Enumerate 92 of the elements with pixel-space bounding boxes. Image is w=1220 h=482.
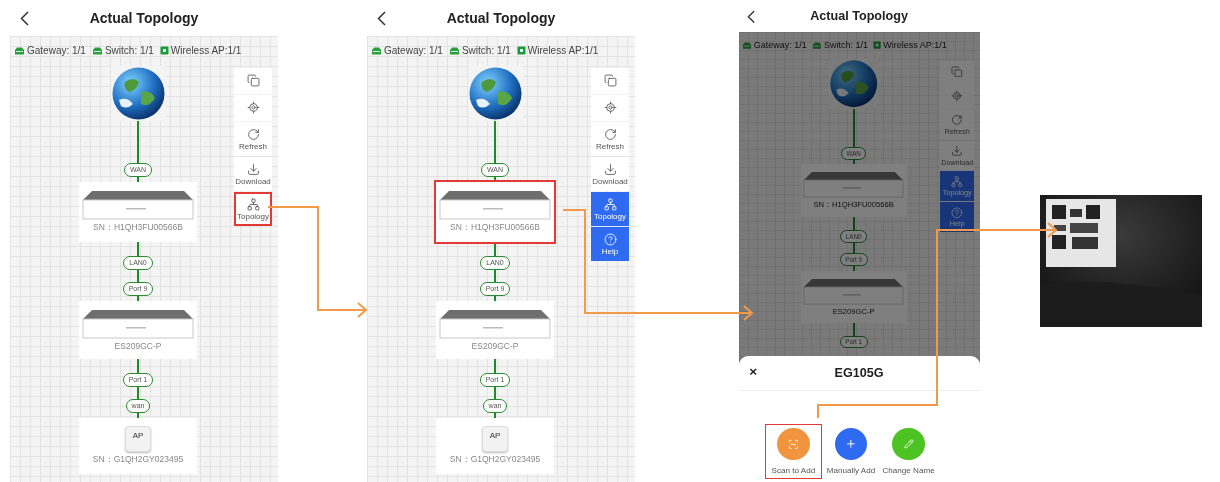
globe-icon: [467, 66, 523, 121]
help-icon: [951, 206, 964, 219]
screen-icon: [246, 74, 260, 87]
globe-icon: [110, 66, 166, 121]
screen-icon: [603, 74, 617, 87]
locate-icon: [246, 101, 260, 114]
device-count: Gateway: 1/1: [753, 40, 807, 51]
refresh-icon: [603, 128, 617, 141]
device-count: Switch: 1/1: [104, 45, 154, 56]
toolbar-button[interactable]: [234, 95, 272, 121]
toolbar-button[interactable]: Help: [591, 227, 629, 261]
download-icon: [246, 163, 260, 176]
plus-icon: [845, 438, 857, 451]
device-icon: [742, 41, 752, 50]
device-count: Wireless AP:1/1: [170, 45, 242, 56]
back-icon: [377, 11, 386, 26]
switch-icon: [439, 309, 551, 339]
screen-title: Actual Topology: [89, 10, 199, 26]
topology-icon: [603, 198, 617, 211]
device-count: Switch: 1/1: [823, 40, 868, 51]
switch-icon: [82, 190, 194, 220]
toolbar-button[interactable]: Download: [940, 140, 975, 171]
action-button[interactable]: Manually Add: [823, 425, 879, 478]
switch-icon: [803, 277, 905, 305]
locate-icon: [603, 101, 617, 114]
device-icon: [812, 41, 823, 50]
toolbar-button[interactable]: [591, 68, 629, 94]
pencil-icon: [903, 439, 914, 450]
device-icon: [448, 46, 460, 55]
toolbar-button[interactable]: Topology: [940, 171, 975, 202]
screen-title: Actual Topology: [446, 10, 556, 26]
toolbar-button[interactable]: [940, 85, 975, 109]
close-button[interactable]: ×: [745, 364, 761, 380]
device-card[interactable]: ES209GC-P: [436, 301, 554, 359]
device-caption: SN：G1QH2GY023495: [449, 454, 541, 466]
switch-icon: [439, 190, 551, 220]
device-caption: ES209GC-P: [471, 341, 519, 351]
switch-icon: [82, 309, 194, 339]
back-button[interactable]: [745, 8, 758, 26]
back-icon: [747, 9, 756, 24]
device-caption: SN：H1QH3FU00566B: [93, 222, 183, 234]
back-button[interactable]: [375, 9, 388, 28]
topology-icon: [951, 175, 964, 188]
toolbar-button[interactable]: [940, 61, 975, 85]
download-icon: [951, 145, 964, 157]
download-icon: [603, 163, 617, 176]
toolbar-button[interactable]: Topology: [234, 192, 272, 226]
device-caption: SN：G1QH2GY023495: [92, 454, 184, 466]
refresh-icon: [951, 114, 964, 127]
device-count: Gateway: 1/1: [27, 45, 86, 56]
device-count: Wireless AP:1/1: [527, 45, 599, 56]
toolbar-button[interactable]: Help: [940, 202, 975, 232]
toolbar-button[interactable]: Refresh: [940, 109, 975, 140]
device-caption: SN：H1QH3FU00566B: [450, 222, 540, 234]
device-count: Wireless AP:1/1: [883, 40, 947, 51]
access-point-icon: [516, 46, 526, 55]
device-card[interactable]: ES209GC-P: [79, 301, 197, 359]
back-button[interactable]: [18, 9, 31, 28]
access-point-icon: [159, 46, 169, 55]
toolbar-button[interactable]: Topology: [591, 192, 629, 226]
locate-icon: [951, 90, 964, 102]
toolbar-button[interactable]: Refresh: [234, 122, 272, 156]
globe-icon: [828, 59, 879, 109]
topology-icon: [246, 198, 260, 211]
device-icon: [371, 46, 382, 55]
action-button[interactable]: Change Name: [880, 425, 937, 478]
device-caption: ES209GC-P: [114, 341, 162, 351]
device-count: Switch: 1/1: [461, 45, 511, 56]
screen-title: Actual Topology: [810, 9, 908, 24]
sheet-title: EG105G: [834, 366, 884, 381]
toolbar-button[interactable]: [591, 95, 629, 121]
toolbar-button[interactable]: Download: [591, 157, 629, 191]
access-point-badge: AP: [482, 426, 508, 452]
action-button[interactable]: Scan to Add: [765, 425, 822, 478]
access-point-icon: [873, 41, 882, 50]
access-point-badge: AP: [125, 426, 151, 452]
device-card[interactable]: AP SN：G1QH2GY023495: [436, 418, 554, 474]
toolbar-button[interactable]: Download: [234, 157, 272, 191]
back-icon: [20, 11, 29, 26]
device-card[interactable]: SN：H1QH3FU00566B: [436, 182, 554, 242]
device-icon: [14, 46, 25, 55]
device-icon: [91, 46, 103, 55]
toolbar-button[interactable]: [234, 68, 272, 94]
refresh-icon: [246, 128, 260, 141]
device-card[interactable]: AP SN：G1QH2GY023495: [79, 418, 197, 474]
toolbar-button[interactable]: Refresh: [591, 122, 629, 156]
switch-icon: [803, 171, 905, 199]
device-card[interactable]: SN：H1QH3FU00566B: [79, 182, 197, 242]
scan-icon: [788, 438, 799, 450]
device-count: Gateway: 1/1: [384, 45, 443, 56]
help-icon: [603, 233, 617, 246]
screen-icon: [951, 65, 964, 78]
